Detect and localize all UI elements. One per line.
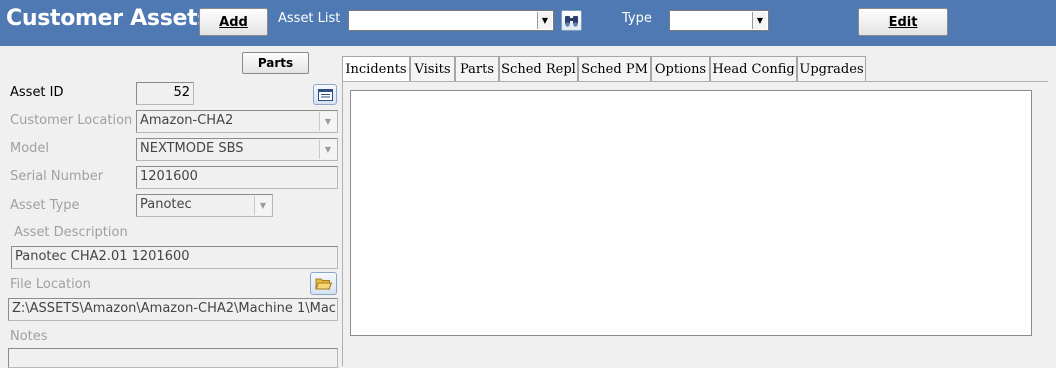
chevron-down-icon[interactable]: ▼ (537, 12, 552, 29)
tab-sched-repl[interactable]: Sched Repl (499, 56, 578, 81)
notes-field[interactable] (8, 348, 338, 368)
asset-id-field[interactable]: 52 (136, 82, 194, 105)
tab-label: Options (654, 61, 707, 77)
notes-label: Notes (10, 329, 48, 344)
tab-label: Parts (459, 61, 495, 77)
type-combo[interactable]: ▼ (669, 10, 769, 31)
asset-description-field[interactable]: Panotec CHA2.01 1201600 (11, 246, 338, 269)
tab-head-config[interactable]: Head Config (710, 56, 797, 81)
asset-list-label: Asset List (278, 11, 341, 26)
tab-upgrades[interactable]: Upgrades (797, 56, 866, 81)
asset-type-combo[interactable]: Panotec ▼ (136, 194, 273, 217)
file-location-label: File Location (10, 277, 91, 292)
model-label: Model (10, 141, 50, 156)
asset-description-label: Asset Description (14, 225, 128, 240)
edit-button[interactable]: Edit (858, 8, 948, 36)
asset-list-combo[interactable]: ▼ (348, 10, 554, 31)
binoculars-icon (565, 16, 578, 27)
tab-label: Upgrades (799, 61, 864, 77)
serial-number-label: Serial Number (10, 169, 104, 184)
subform-area[interactable] (350, 90, 1032, 336)
chevron-down-icon[interactable]: ▼ (254, 196, 271, 215)
tab-incidents[interactable]: Incidents (342, 56, 410, 81)
customer-location-combo[interactable]: Amazon-CHA2 ▼ (136, 110, 338, 133)
tab-label: Visits (414, 61, 451, 77)
asset-type-value: Panotec (140, 197, 192, 212)
tab-label: Sched PM (581, 61, 648, 77)
chevron-down-icon[interactable]: ▼ (319, 112, 336, 131)
folder-icon (315, 278, 332, 290)
tab-visits[interactable]: Visits (410, 56, 455, 81)
chevron-down-icon[interactable]: ▼ (752, 12, 767, 29)
tab-parts[interactable]: Parts (455, 56, 499, 81)
add-button[interactable]: Add (199, 8, 268, 36)
find-button[interactable] (561, 10, 582, 31)
chevron-down-icon[interactable]: ▼ (319, 140, 336, 159)
asset-details-button[interactable] (313, 84, 337, 105)
edit-button-label: Edit (888, 14, 918, 30)
parts-button-label: Parts (257, 56, 294, 70)
customer-location-value: Amazon-CHA2 (140, 113, 234, 128)
model-combo[interactable]: NEXTMODE SBS ▼ (136, 138, 338, 161)
asset-type-label: Asset Type (10, 198, 80, 213)
asset-id-label: Asset ID (10, 85, 64, 100)
model-value: NEXTMODE SBS (140, 141, 244, 156)
tab-options[interactable]: Options (651, 56, 710, 81)
customer-location-label: Customer Location (10, 113, 133, 128)
tab-sched-pm[interactable]: Sched PM (578, 56, 651, 81)
type-label: Type (622, 11, 652, 26)
serial-number-field[interactable]: 1201600 (136, 166, 338, 189)
tab-label: Head Config (712, 61, 795, 77)
page-title: Customer Assets (6, 6, 211, 31)
parts-button[interactable]: Parts (242, 52, 309, 74)
browse-folder-button[interactable] (310, 272, 337, 295)
form-icon (317, 88, 333, 101)
file-location-field[interactable]: Z:\ASSETS\Amazon\Amazon-CHA2\Machine 1\M… (8, 298, 338, 321)
add-button-label: Add (219, 14, 248, 30)
tab-label: Incidents (345, 61, 407, 77)
tab-label: Sched Repl (501, 61, 576, 77)
